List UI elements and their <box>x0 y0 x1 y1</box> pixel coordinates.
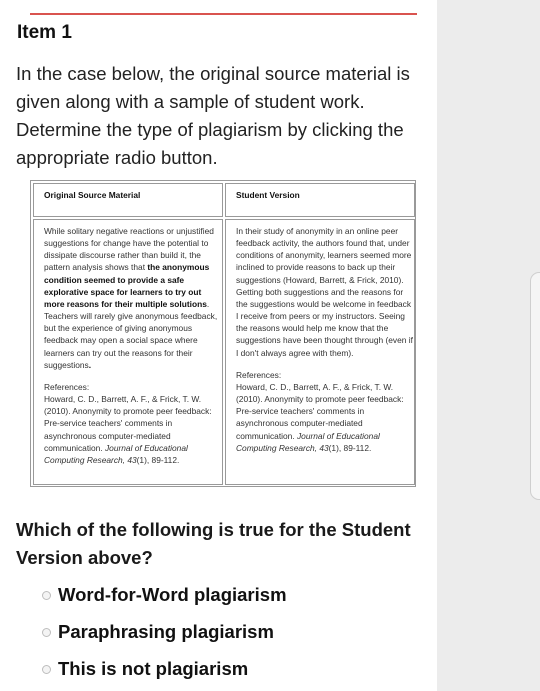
top-divider <box>30 13 417 15</box>
option-word-for-word[interactable]: Word-for-Word plagiarism <box>42 582 287 608</box>
ref-pages: (1), 89-112. <box>328 442 372 453</box>
original-text-period: . <box>88 359 92 370</box>
item-title: Item 1 <box>17 22 72 43</box>
original-reference: Howard, C. D., Barrett, A. F., & Frick, … <box>44 393 222 466</box>
option-paraphrasing[interactable]: Paraphrasing plagiarism <box>42 619 274 645</box>
student-references-label: References: <box>236 369 282 380</box>
original-references-label: References: <box>44 381 90 392</box>
radio-circle-icon[interactable] <box>42 664 51 674</box>
original-passage: While solitary negative reactions or unj… <box>44 225 222 371</box>
original-text-end: . Teachers will rarely give anonymous fe… <box>44 298 218 370</box>
side-panel <box>437 0 540 691</box>
original-source-cell: While solitary negative reactions or unj… <box>33 219 223 485</box>
radio-circle-icon[interactable] <box>42 627 51 637</box>
question-text: Which of the following is true for the S… <box>16 519 411 568</box>
original-header: Original Source Material <box>33 183 223 217</box>
option-label: Paraphrasing plagiarism <box>58 621 274 642</box>
option-label: This is not plagiarism <box>58 658 249 679</box>
instructions-text: In the case below, the original source m… <box>16 63 410 168</box>
radio-circle-icon[interactable] <box>42 590 51 600</box>
comparison-table: Original Source Material Student Version… <box>30 180 416 487</box>
main-content: Item 1 In the case below, the original s… <box>0 0 437 691</box>
option-not-plagiarism[interactable]: This is not plagiarism <box>42 656 248 682</box>
student-version-cell: In their study of anonymity in an online… <box>225 219 415 485</box>
option-label: Word-for-Word plagiarism <box>58 584 287 605</box>
ref-pages: (1), 89-112. <box>136 454 180 465</box>
student-header: Student Version <box>225 183 415 217</box>
student-reference: Howard, C. D., Barrett, A. F., & Frick, … <box>236 381 414 454</box>
student-passage: In their study of anonymity in an online… <box>236 226 413 358</box>
drawer-handle[interactable] <box>530 272 540 500</box>
